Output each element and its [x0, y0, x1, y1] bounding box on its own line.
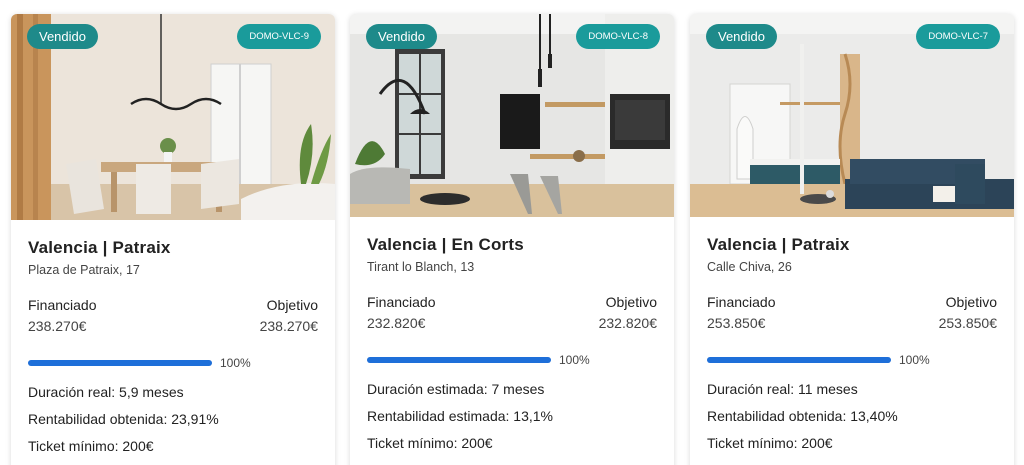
returns-text: Rentabilidad obtenida: 23,91%	[28, 411, 219, 427]
financed-block: Financiado 232.820€	[367, 294, 436, 331]
property-card-1[interactable]: Vendido DOMO-VLC-9 Valencia | Patraix Pl…	[11, 14, 335, 465]
property-card-3[interactable]: Vendido DOMO-VLC-7 Valencia | Patraix Ca…	[690, 14, 1014, 465]
min-ticket-text: Ticket mínimo: 200€	[707, 435, 833, 451]
target-value: 238.270€	[259, 318, 318, 334]
property-address: Calle Chiva, 26	[707, 260, 792, 274]
reference-badge: DOMO-VLC-9	[237, 24, 321, 49]
funding-row: Financiado 253.850€ Objetivo 253.850€	[707, 294, 997, 331]
card-body: Valencia | Patraix Plaza de Patraix, 17 …	[11, 220, 335, 454]
property-stats: Duración real: 11 meses Rentabilidad obt…	[707, 381, 997, 451]
progress-percent: 100%	[899, 353, 930, 367]
property-location: Valencia | En Corts	[367, 235, 524, 254]
property-stats: Duración real: 5,9 meses Rentabilidad ob…	[28, 384, 318, 454]
financed-block: Financiado 238.270€	[28, 297, 97, 334]
funding-row: Financiado 232.820€ Objetivo 232.820€	[367, 294, 657, 331]
card-body: Valencia | Patraix Calle Chiva, 26 Finan…	[690, 217, 1014, 451]
target-block: Objetivo 232.820€	[599, 294, 657, 331]
progress-track	[707, 357, 891, 363]
target-label: Objetivo	[945, 294, 997, 310]
target-value: 253.850€	[938, 315, 997, 331]
progress-track	[28, 360, 212, 366]
target-label: Objetivo	[266, 297, 318, 313]
property-location: Valencia | Patraix	[28, 238, 171, 257]
returns-text: Rentabilidad obtenida: 13,40%	[707, 408, 898, 424]
funding-progress: 100%	[367, 353, 657, 367]
progress-percent: 100%	[220, 356, 251, 370]
financed-label: Financiado	[367, 294, 436, 310]
property-location: Valencia | Patraix	[707, 235, 850, 254]
target-block: Objetivo 253.850€	[939, 294, 997, 331]
financed-value: 232.820€	[367, 315, 426, 331]
property-photo[interactable]: Vendido DOMO-VLC-9	[11, 14, 335, 220]
duration-text: Duración estimada: 7 meses	[367, 381, 545, 397]
property-photo[interactable]: Vendido DOMO-VLC-7	[690, 14, 1014, 217]
financed-block: Financiado 253.850€	[707, 294, 776, 331]
progress-fill	[707, 357, 891, 363]
progress-fill	[28, 360, 212, 366]
property-address: Tirant lo Blanch, 13	[367, 260, 475, 274]
funding-progress: 100%	[28, 356, 318, 370]
progress-percent: 100%	[559, 353, 590, 367]
target-block: Objetivo 238.270€	[260, 297, 318, 334]
financed-label: Financiado	[28, 297, 97, 313]
min-ticket-text: Ticket mínimo: 200€	[367, 435, 493, 451]
duration-text: Duración real: 11 meses	[707, 381, 858, 397]
min-ticket-text: Ticket mínimo: 200€	[28, 438, 154, 454]
sold-badge: Vendido	[706, 24, 777, 49]
sold-badge: Vendido	[27, 24, 98, 49]
property-photo[interactable]: Vendido DOMO-VLC-8	[350, 14, 674, 217]
property-card-2[interactable]: Vendido DOMO-VLC-8 Valencia | En Corts T…	[350, 14, 674, 465]
returns-text: Rentabilidad estimada: 13,1%	[367, 408, 554, 424]
sold-badge: Vendido	[366, 24, 437, 49]
target-label: Objetivo	[605, 294, 657, 310]
duration-text: Duración real: 5,9 meses	[28, 384, 184, 400]
target-value: 232.820€	[598, 315, 657, 331]
card-body: Valencia | En Corts Tirant lo Blanch, 13…	[350, 217, 674, 451]
financed-label: Financiado	[707, 294, 776, 310]
progress-fill	[367, 357, 551, 363]
reference-badge: DOMO-VLC-8	[576, 24, 660, 49]
progress-track	[367, 357, 551, 363]
financed-value: 253.850€	[707, 315, 766, 331]
property-stats: Duración estimada: 7 meses Rentabilidad …	[367, 381, 657, 451]
funding-progress: 100%	[707, 353, 997, 367]
property-address: Plaza de Patraix, 17	[28, 263, 140, 277]
financed-value: 238.270€	[28, 318, 87, 334]
funding-row: Financiado 238.270€ Objetivo 238.270€	[28, 297, 318, 334]
reference-badge: DOMO-VLC-7	[916, 24, 1000, 49]
